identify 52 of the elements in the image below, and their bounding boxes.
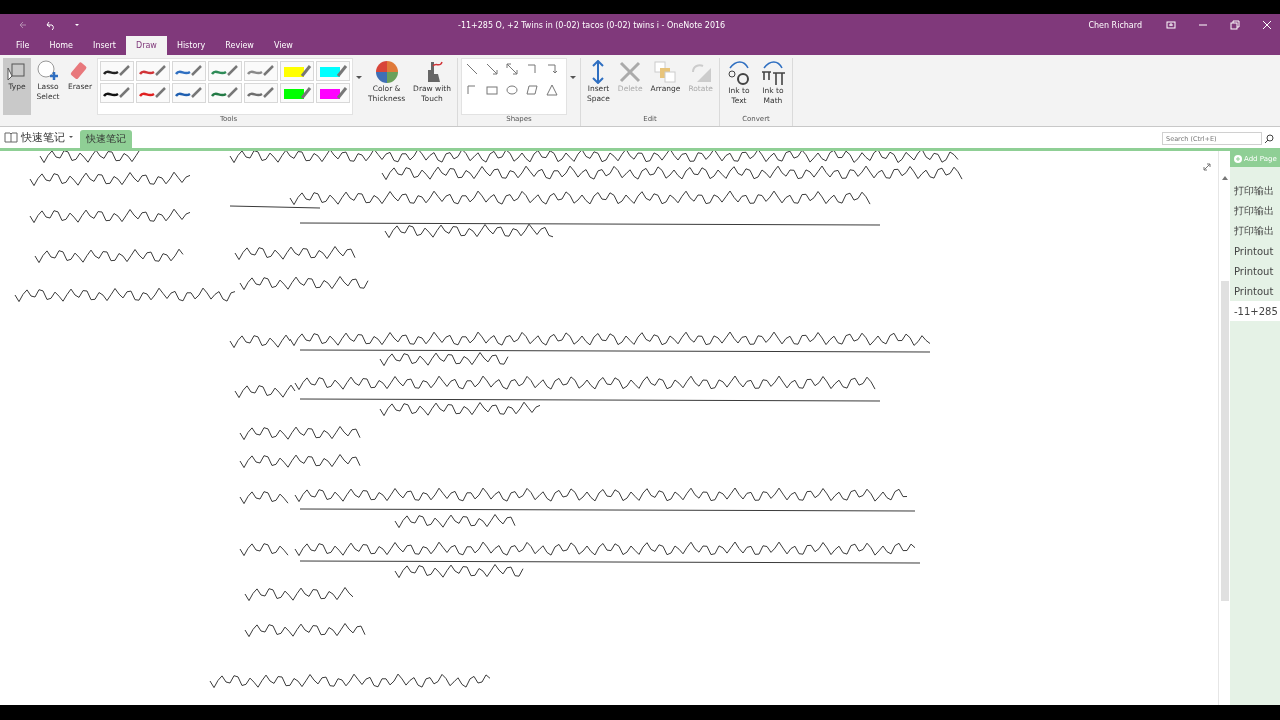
elbow-arrow-icon[interactable] bbox=[545, 62, 559, 76]
page-tab[interactable]: 打印输出 bbox=[1230, 221, 1280, 241]
dropdown-icon bbox=[68, 134, 74, 140]
restore-icon[interactable] bbox=[1230, 20, 1240, 30]
ribbon-tab[interactable]: Insert bbox=[83, 36, 126, 55]
arrow-shape-icon[interactable] bbox=[485, 62, 499, 76]
stacked-squares-icon bbox=[653, 60, 678, 84]
back-icon[interactable] bbox=[18, 20, 28, 30]
section-tab[interactable]: 快速笔记 bbox=[80, 130, 132, 148]
pen-icon[interactable] bbox=[102, 86, 133, 100]
page-tab[interactable]: Printout bbox=[1230, 241, 1280, 261]
notebook-picker[interactable]: 快速笔记 bbox=[4, 126, 80, 148]
user-name[interactable]: Chen Richard bbox=[1088, 20, 1142, 30]
search-icon[interactable] bbox=[1264, 133, 1274, 144]
page-tab[interactable]: 打印输出 bbox=[1230, 181, 1280, 201]
window-title: -11+285 O, +2 Twins in (0-02) tacos (0-02) twins i - OneNote 2016 bbox=[458, 20, 727, 30]
page-tab[interactable]: 打印输出 bbox=[1230, 201, 1280, 221]
expand-icon[interactable] bbox=[1202, 162, 1212, 172]
ribbon-tab[interactable]: Draw bbox=[125, 36, 167, 55]
lasso-select-icon bbox=[36, 60, 60, 82]
page-tab[interactable]: -11+285 bbox=[1230, 301, 1280, 321]
double-arrow-shape-icon[interactable] bbox=[505, 62, 519, 76]
page-tab[interactable]: Printout bbox=[1230, 261, 1280, 281]
book-icon bbox=[4, 131, 18, 143]
close-icon[interactable] bbox=[1262, 20, 1272, 30]
ink-to-text-icon bbox=[725, 60, 752, 86]
ribbon-tab[interactable]: View bbox=[263, 36, 303, 55]
highlighter-icon[interactable] bbox=[282, 64, 313, 78]
vertical-arrows-icon bbox=[590, 60, 607, 84]
ribbon-tab[interactable]: File bbox=[6, 36, 40, 55]
ellipse-shape-icon[interactable] bbox=[505, 83, 519, 97]
undo-icon[interactable] bbox=[46, 20, 56, 30]
pen-icon[interactable] bbox=[174, 86, 205, 100]
highlighter-icon[interactable] bbox=[318, 64, 349, 78]
highlighter-icon[interactable] bbox=[318, 86, 349, 100]
text-cursor-icon bbox=[6, 60, 28, 82]
ribbon-display-icon[interactable] bbox=[1166, 20, 1176, 30]
color-wheel-icon bbox=[374, 60, 399, 84]
pen-icon[interactable] bbox=[102, 64, 133, 78]
line-shape-icon[interactable] bbox=[465, 62, 479, 76]
ribbon-tab[interactable]: History bbox=[166, 36, 216, 55]
ribbon-tab[interactable]: Home bbox=[39, 36, 83, 55]
ink-to-math-icon bbox=[759, 60, 786, 86]
parallelogram-shape-icon[interactable] bbox=[525, 83, 539, 97]
highlighter-icon[interactable] bbox=[282, 86, 313, 100]
plus-circle-icon bbox=[1234, 155, 1242, 163]
triangle-shape-icon[interactable] bbox=[545, 83, 559, 97]
scroll-up-icon[interactable] bbox=[1220, 175, 1229, 181]
ribbon-tab[interactable]: Review bbox=[215, 36, 264, 55]
page-tab[interactable]: Printout bbox=[1230, 281, 1280, 301]
dropdown-icon[interactable] bbox=[74, 22, 80, 28]
close-icon bbox=[618, 60, 643, 84]
